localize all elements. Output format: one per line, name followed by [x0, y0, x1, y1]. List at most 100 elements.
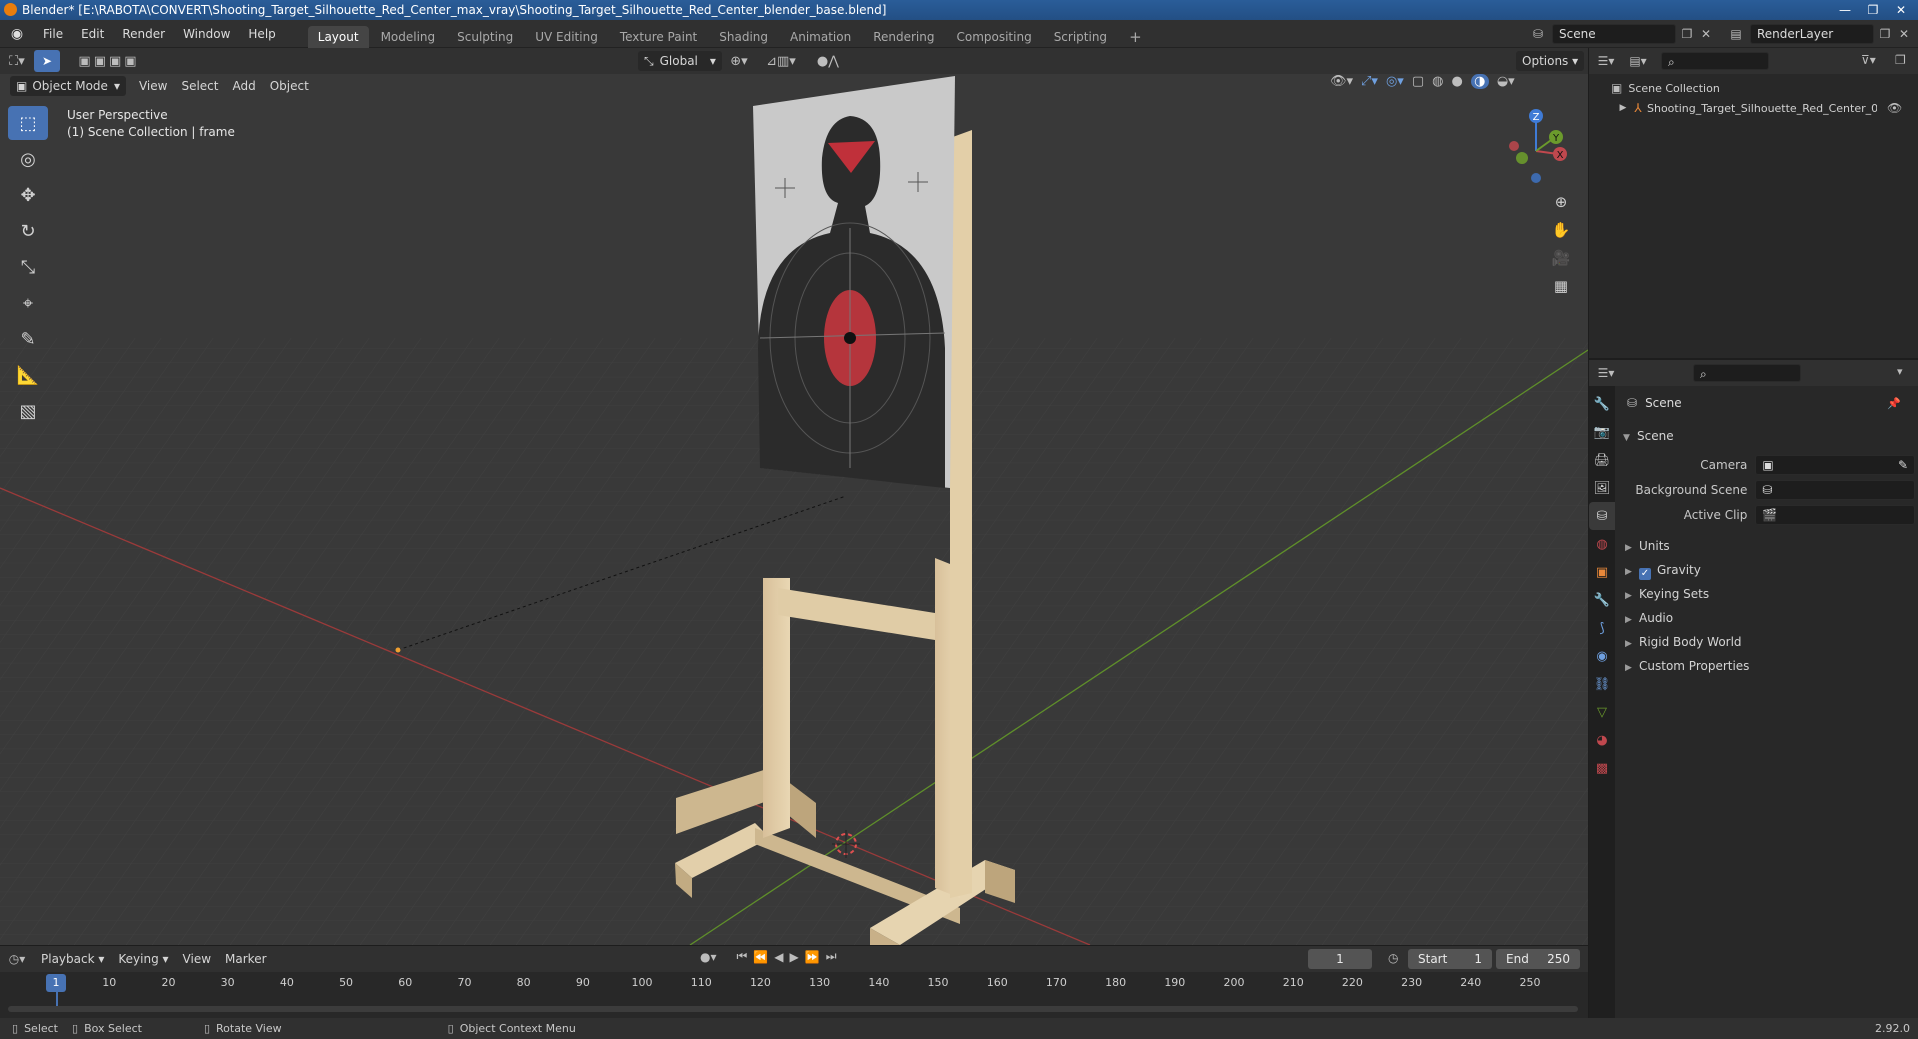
pin-icon[interactable]: 📌: [1887, 397, 1901, 410]
tab-world-icon[interactable]: ◍: [1589, 530, 1615, 558]
new-collection-icon[interactable]: ❐: [1895, 53, 1906, 67]
proportional-editing-icon[interactable]: ●⋀: [806, 54, 850, 69]
tab-physics-icon[interactable]: ◉: [1589, 642, 1615, 670]
transform-orientation-dropdown[interactable]: ⤡ Global ▾: [638, 51, 722, 71]
tab-scene-icon[interactable]: ⛁: [1589, 502, 1615, 530]
tab-particles-icon[interactable]: ⟆: [1589, 614, 1615, 642]
visibility-icon[interactable]: 👁▾: [1330, 74, 1353, 89]
tab-data-icon[interactable]: ▽: [1589, 698, 1615, 726]
viewport-scene[interactable]: [0, 48, 1588, 945]
tab-view-layer-icon[interactable]: 🖼: [1589, 474, 1615, 502]
viewport-menu-view[interactable]: View: [132, 76, 174, 96]
properties-editor-type-icon[interactable]: ☰▾: [1589, 360, 1623, 386]
outliner-scene-collection[interactable]: ▣ Scene Collection: [1611, 78, 1720, 98]
timeline-scrollbar[interactable]: [8, 1006, 1578, 1012]
tab-material-icon[interactable]: ◕: [1589, 726, 1615, 754]
perspective-toggle-icon[interactable]: ▦: [1547, 272, 1575, 300]
viewport-menu-select[interactable]: Select: [174, 76, 225, 96]
xray-toggle-icon[interactable]: ▢: [1412, 74, 1424, 89]
add-workspace-icon[interactable]: +: [1119, 26, 1152, 48]
minimize-button[interactable]: —: [1832, 1, 1858, 18]
custom-properties-subpanel[interactable]: ▶ Custom Properties: [1625, 654, 1915, 678]
gravity-checkbox[interactable]: ✓: [1639, 568, 1651, 580]
close-button[interactable]: ✕: [1888, 1, 1914, 18]
renderlayer-icon[interactable]: ▤: [1722, 27, 1750, 41]
3d-viewport[interactable]: ⛶▾ ➤ ▣▣▣▣ ⤡ Global ▾ ⊕▾ ⊿▥▾ ●⋀ Options ▾…: [0, 48, 1588, 945]
blender-menu-icon[interactable]: ◉: [0, 20, 34, 48]
rotate-tool-icon[interactable]: ↻: [8, 214, 48, 248]
tab-modifier-icon[interactable]: 🔧: [1589, 586, 1615, 614]
menu-window[interactable]: Window: [174, 20, 239, 48]
pan-hand-icon[interactable]: ✋: [1547, 216, 1575, 244]
gravity-subpanel[interactable]: ▶ ✓ Gravity: [1625, 558, 1915, 582]
scale-tool-icon[interactable]: ⤡: [8, 250, 48, 284]
camera-field[interactable]: ▣ ✎: [1755, 455, 1915, 475]
delete-renderlayer-icon[interactable]: ✕: [1896, 27, 1912, 41]
tab-shading[interactable]: Shading: [709, 26, 778, 48]
units-subpanel[interactable]: ▶ Units: [1625, 534, 1915, 558]
outliner-object-row[interactable]: ▶ ⅄ Shooting_Target_Silhouette_Red_Cente…: [1617, 98, 1912, 118]
select-box-tool-icon[interactable]: ⬚: [8, 106, 48, 140]
tab-modeling[interactable]: Modeling: [371, 26, 446, 48]
tab-render-icon[interactable]: 📷: [1589, 418, 1615, 446]
menu-file[interactable]: File: [34, 20, 72, 48]
annotate-tool-icon[interactable]: ✎: [8, 322, 48, 356]
pivot-point-icon[interactable]: ⊕▾: [722, 54, 756, 69]
scene-panel-header[interactable]: ▼ Scene: [1623, 424, 1674, 448]
solid-shading-icon[interactable]: ●: [1451, 74, 1462, 89]
viewport-menu-object[interactable]: Object: [263, 76, 316, 96]
editor-type-icon[interactable]: ⛶▾: [0, 48, 34, 74]
filter-icon[interactable]: ⊽▾: [1861, 53, 1876, 67]
measure-tool-icon[interactable]: 📐: [8, 358, 48, 392]
renderlayer-selector[interactable]: RenderLayer: [1750, 24, 1874, 44]
material-shading-icon[interactable]: ◑: [1470, 74, 1489, 89]
menu-render[interactable]: Render: [113, 20, 174, 48]
tab-texture-paint[interactable]: Texture Paint: [610, 26, 707, 48]
keying-sets-subpanel[interactable]: ▶ Keying Sets: [1625, 582, 1915, 606]
camera-view-icon[interactable]: 🎥: [1547, 244, 1575, 272]
transform-tool-icon[interactable]: ⌖: [8, 286, 48, 320]
tab-object-icon[interactable]: ▣: [1589, 558, 1615, 586]
tab-texture-icon[interactable]: ▩: [1589, 754, 1615, 782]
delete-scene-icon[interactable]: ✕: [1698, 27, 1714, 41]
outliner-search-input[interactable]: ⌕: [1661, 52, 1769, 70]
navigation-gizmo[interactable]: Z X Y: [1496, 106, 1576, 186]
new-scene-icon[interactable]: ❐: [1676, 27, 1698, 41]
options-dropdown[interactable]: Options ▾: [1516, 51, 1585, 71]
maximize-button[interactable]: ❐: [1860, 1, 1886, 18]
scene-icon[interactable]: ⛁: [1524, 27, 1552, 41]
display-mode-icon[interactable]: ▤▾: [1623, 48, 1653, 74]
move-tool-icon[interactable]: ✥: [8, 178, 48, 212]
tab-compositing[interactable]: Compositing: [946, 26, 1041, 48]
select-tool-icon[interactable]: ➤: [34, 50, 60, 72]
expand-arrow-icon[interactable]: ▶: [1617, 103, 1629, 113]
tab-output-icon[interactable]: 🖨: [1589, 446, 1615, 474]
visibility-eye-icon[interactable]: 👁: [1887, 101, 1902, 115]
menu-help[interactable]: Help: [239, 20, 284, 48]
background-scene-field[interactable]: ⛁: [1755, 480, 1915, 500]
outliner-editor-type-icon[interactable]: ☰▾: [1589, 48, 1623, 74]
tab-layout[interactable]: Layout: [307, 25, 369, 48]
object-mode-dropdown[interactable]: ▣ Object Mode ▾: [10, 76, 126, 96]
zoom-icon[interactable]: ⊕: [1547, 188, 1575, 216]
active-clip-field[interactable]: 🎬: [1755, 505, 1915, 525]
snap-icon[interactable]: ⊿▥▾: [756, 54, 806, 69]
tab-tool-icon[interactable]: 🔧: [1589, 390, 1615, 418]
scene-selector[interactable]: Scene: [1552, 24, 1676, 44]
selection-mode-icons[interactable]: ▣▣▣▣: [70, 51, 148, 71]
chevron-down-icon[interactable]: ▾: [1897, 365, 1903, 378]
menu-edit[interactable]: Edit: [72, 20, 113, 48]
tab-uv-editing[interactable]: UV Editing: [525, 26, 608, 48]
rigid-body-world-subpanel[interactable]: ▶ Rigid Body World: [1625, 630, 1915, 654]
tab-sculpting[interactable]: Sculpting: [447, 26, 523, 48]
tab-rendering[interactable]: Rendering: [863, 26, 944, 48]
tab-scripting[interactable]: Scripting: [1044, 26, 1117, 48]
cursor-tool-icon[interactable]: ◎: [8, 142, 48, 176]
gizmo-toggle-icon[interactable]: ⤢▾: [1361, 74, 1378, 89]
rendered-shading-icon[interactable]: ◒▾: [1497, 74, 1515, 89]
eyedropper-icon[interactable]: ✎: [1898, 456, 1908, 474]
tab-constraints-icon[interactable]: ⛓: [1589, 670, 1615, 698]
viewport-menu-add[interactable]: Add: [225, 76, 262, 96]
audio-subpanel[interactable]: ▶ Audio: [1625, 606, 1915, 630]
tab-animation[interactable]: Animation: [780, 26, 861, 48]
